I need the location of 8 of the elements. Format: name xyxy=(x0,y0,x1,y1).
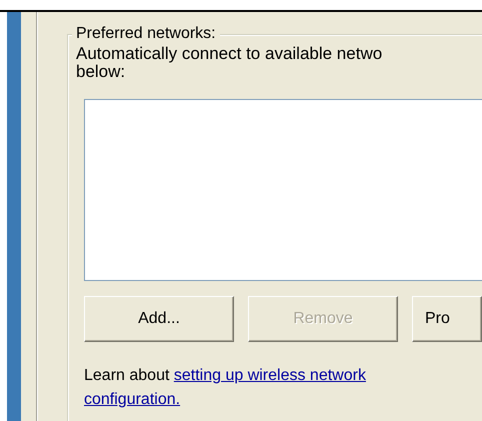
add-button[interactable]: Add... xyxy=(84,296,234,342)
help-link[interactable]: configuration. xyxy=(84,391,180,408)
properties-button[interactable]: Pro xyxy=(412,296,482,342)
description-text: Automatically connect to available netwo xyxy=(76,45,384,63)
description-text: below: xyxy=(76,63,126,81)
networks-list[interactable] xyxy=(84,99,482,281)
footer-text: Learn about xyxy=(84,367,170,384)
help-link[interactable]: setting up wireless network xyxy=(174,367,366,384)
